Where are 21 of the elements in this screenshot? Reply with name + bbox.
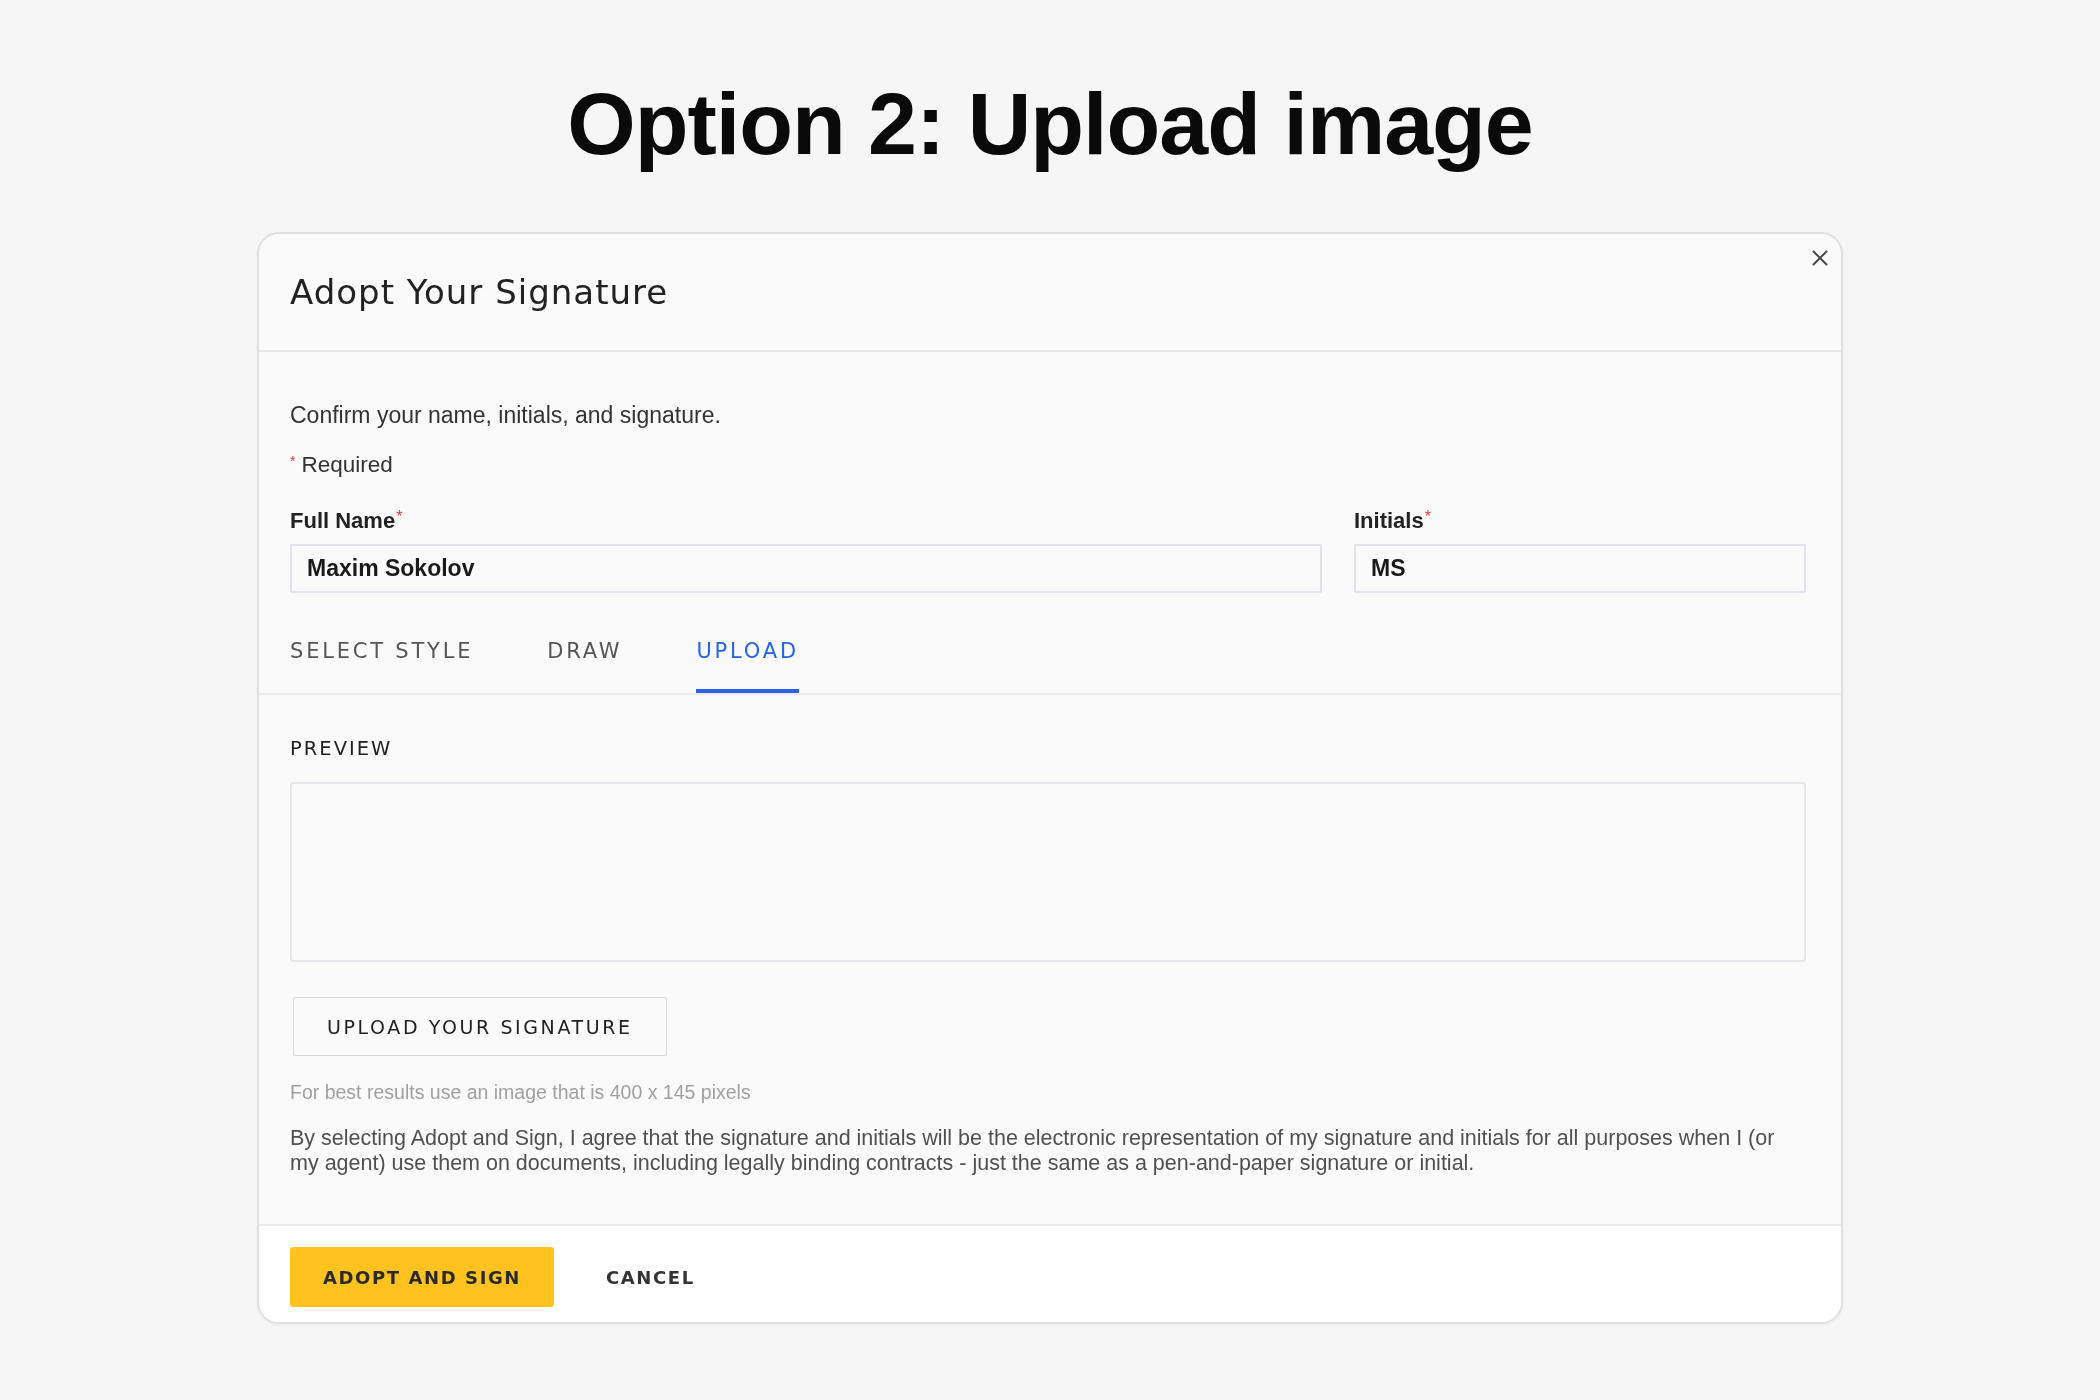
upload-button[interactable]: UPLOAD YOUR SIGNATURE xyxy=(293,997,667,1056)
hint-text: For best results use an image that is 400 x 145 pixels xyxy=(290,1081,752,1103)
text-field[interactable]: MS xyxy=(1354,544,1806,593)
required-mark: * xyxy=(1424,508,1431,526)
dialog-title: Adopt Your Signature xyxy=(290,271,669,313)
page-heading: Option 2: Upload image xyxy=(567,74,1533,173)
text-field[interactable]: Maxim Sokolov xyxy=(290,544,1322,593)
field-label: Initials xyxy=(1354,508,1424,534)
close-icon[interactable] xyxy=(1812,250,1828,266)
required-note: Required xyxy=(301,452,393,478)
instructions-text: Confirm your name, initials, and signature. xyxy=(290,402,722,428)
tab[interactable]: SELECT STYLE xyxy=(290,623,474,693)
tab[interactable]: UPLOAD xyxy=(696,623,799,693)
adopt-button[interactable]: ADOPT AND SIGN xyxy=(290,1247,554,1307)
disclaimer-text: By selecting Adopt and Sign, I agree that the signature and initials will be the electronic representation of my signature and initials for all purposes when I (or my agent) use them on documents, including legally binding contracts - just the same as a pen-and-paper signature or initial. xyxy=(290,1126,1776,1176)
required-mark: * xyxy=(290,452,296,470)
tab[interactable]: DRAW xyxy=(547,623,623,693)
preview-label: PREVIEW xyxy=(290,737,394,761)
required-mark: * xyxy=(396,508,403,526)
field-label: Full Name xyxy=(290,508,396,534)
cancel-button[interactable]: CANCEL xyxy=(592,1254,709,1300)
